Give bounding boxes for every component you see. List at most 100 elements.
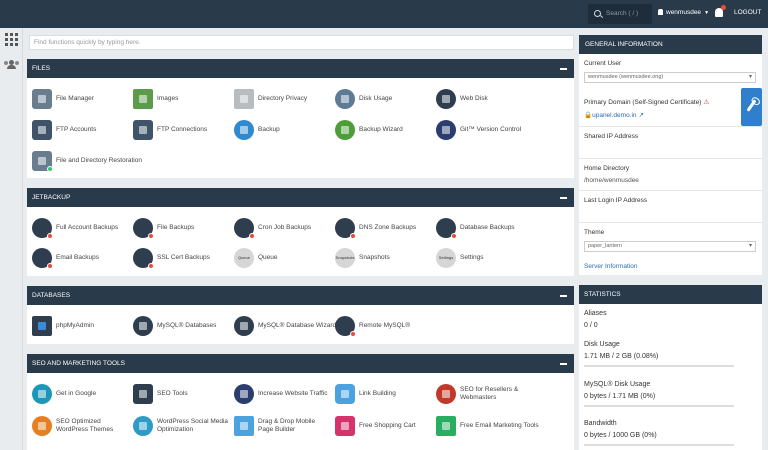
search-input[interactable]: Search ( / ): [588, 4, 652, 24]
logout-button[interactable]: LOGOUT: [734, 9, 761, 16]
email-backup-icon: [32, 248, 53, 269]
statistics-panel: STATISTICS Aliases 0 / 0 Disk Usage 1.71…: [579, 285, 762, 450]
notification-bell-icon[interactable]: [715, 5, 726, 17]
bandwidth-value: 0 bytes / 1000 GB (0%): [584, 432, 657, 439]
files-panel: FILES File Manager Images Directory Priv…: [27, 59, 574, 178]
reseller-icon: [436, 384, 456, 404]
search-icon: [594, 10, 601, 17]
user-name: wenmusdee: [666, 9, 702, 16]
general-information-panel: GENERAL INFORMATION Current User wenmusd…: [579, 35, 762, 275]
backup-wizard[interactable]: Backup Wizard: [335, 119, 403, 141]
folder-lock-icon: [234, 89, 254, 109]
chevron-down-icon: ▼: [704, 10, 710, 16]
statistics-header: STATISTICS: [579, 285, 762, 304]
shopping-cart-icon: [335, 416, 355, 436]
file-backup-icon: [133, 218, 154, 239]
settings-icon: Settings: [436, 248, 456, 268]
free-shopping-cart[interactable]: Free Shopping Cart: [335, 415, 416, 437]
backup[interactable]: Backup: [234, 119, 280, 141]
ftp-accounts[interactable]: FTP Accounts: [32, 119, 96, 141]
file-backups[interactable]: File Backups: [133, 217, 194, 239]
email-marketing-icon: [436, 416, 456, 436]
divider: [579, 190, 762, 191]
disk-usage-bar: [584, 365, 734, 367]
wrench-icon[interactable]: [741, 88, 762, 126]
directory-privacy[interactable]: Directory Privacy: [234, 88, 307, 110]
bandwidth-label: Bandwidth: [584, 420, 617, 427]
user-menu[interactable]: wenmusdee ▼: [658, 9, 709, 16]
seo-tools-icon: [133, 384, 153, 404]
phpmyadmin[interactable]: phpMyAdmin: [32, 315, 94, 337]
dns-zone-backups[interactable]: DNS Zone Backups: [335, 217, 416, 239]
databases-title: DATABASES: [32, 292, 71, 299]
file-manager[interactable]: File Manager: [32, 88, 94, 110]
get-in-google[interactable]: Get in Google: [32, 383, 96, 405]
last-login-label: Last Login IP Address: [584, 197, 648, 204]
collapse-icon[interactable]: [560, 363, 567, 365]
mobile-page-builder[interactable]: Drag & Drop Mobile Page Builder: [234, 415, 332, 437]
seo-header[interactable]: SEO AND MARKETING TOOLS: [27, 354, 574, 373]
seo-for-resellers[interactable]: SEO for Resellers & Webmasters: [436, 383, 546, 405]
images[interactable]: Images: [133, 88, 178, 110]
mysql-database-icon: [133, 316, 153, 336]
server-information-link[interactable]: Server Information: [584, 263, 637, 270]
mysql-wizard-icon: [234, 316, 254, 336]
databases-header[interactable]: DATABASES: [27, 286, 574, 305]
ftp-connections[interactable]: FTP Connections: [133, 119, 207, 141]
file-directory-restoration[interactable]: File and Directory Restoration: [32, 150, 142, 172]
ssl-cert-backups[interactable]: SSL Cert Backups: [133, 247, 210, 269]
cron-job-backups[interactable]: Cron Job Backups: [234, 217, 311, 239]
wordpress-social-media[interactable]: WordPress Social Media Optimization: [133, 415, 231, 437]
wordpress-icon: [133, 416, 153, 436]
users-icon[interactable]: [4, 60, 19, 69]
email-backups[interactable]: Email Backups: [32, 247, 99, 269]
files-header[interactable]: FILES: [27, 59, 574, 78]
free-email-marketing[interactable]: Free Email Marketing Tools: [436, 415, 539, 437]
disk-usage-value: 1.71 MB / 2 GB (0.08%): [584, 353, 659, 360]
external-link-icon: ↗: [638, 112, 644, 119]
find-functions-input[interactable]: Find functions quickly by typing here.: [29, 35, 574, 50]
disk-usage[interactable]: Disk Usage: [335, 88, 392, 110]
lock-icon: 🔒: [584, 112, 593, 119]
snapshots-icon: Snapshots: [335, 248, 355, 268]
warning-icon: ⚠: [703, 99, 710, 106]
mysql-database-wizard[interactable]: MySQL® Database Wizard: [234, 315, 336, 337]
current-user-select[interactable]: wenmusdee (wenmusdee.ong): [584, 72, 756, 83]
database-backups[interactable]: Database Backups: [436, 217, 515, 239]
collapse-icon[interactable]: [560, 68, 567, 70]
grid-icon[interactable]: [5, 33, 18, 46]
primary-domain-link[interactable]: 🔒upanel.demo.in ↗: [584, 111, 644, 119]
seo-wordpress-themes[interactable]: SEO Optimized WordPress Themes: [32, 415, 130, 437]
queue-icon: Queue: [234, 248, 254, 268]
files-title: FILES: [32, 65, 51, 72]
jetbackup-header[interactable]: JETBACKUP: [27, 188, 574, 207]
jetbackup-title: JETBACKUP: [32, 194, 71, 201]
general-information-header: GENERAL INFORMATION: [579, 35, 762, 54]
backup-wizard-icon: [335, 120, 355, 140]
home-directory-label: Home Directory: [584, 165, 630, 172]
disk-usage-label: Disk Usage: [584, 341, 620, 348]
full-account-backups[interactable]: Full Account Backups: [32, 217, 118, 239]
mysql-disk-usage-label: MySQL® Disk Usage: [584, 381, 651, 388]
queue[interactable]: Queue Queue: [234, 247, 278, 269]
increase-website-traffic[interactable]: Increase Website Traffic: [234, 383, 328, 405]
disk-usage-icon: [335, 89, 355, 109]
images-icon: [133, 89, 153, 109]
snapshots[interactable]: Snapshots Snapshots: [335, 247, 390, 269]
mysql-databases[interactable]: MySQL® Databases: [133, 315, 216, 337]
settings[interactable]: Settings Settings: [436, 247, 484, 269]
git-version-control[interactable]: Git™ Version Control: [436, 119, 521, 141]
divider: [579, 126, 762, 127]
collapse-icon[interactable]: [560, 197, 567, 199]
web-disk[interactable]: Web Disk: [436, 88, 488, 110]
theme-select[interactable]: paper_lantern: [584, 241, 756, 252]
file-restore-icon: [32, 151, 53, 172]
collapse-icon[interactable]: [560, 295, 567, 297]
seo-tools[interactable]: SEO Tools: [133, 383, 188, 405]
user-icon: [658, 9, 663, 15]
remote-mysql-icon: [335, 316, 356, 337]
aliases-label: Aliases: [584, 310, 607, 317]
link-building[interactable]: Link Building: [335, 383, 396, 405]
remote-mysql[interactable]: Remote MySQL®: [335, 315, 410, 337]
primary-domain-label: Primary Domain (Self-Signed Certificate)…: [584, 99, 710, 106]
